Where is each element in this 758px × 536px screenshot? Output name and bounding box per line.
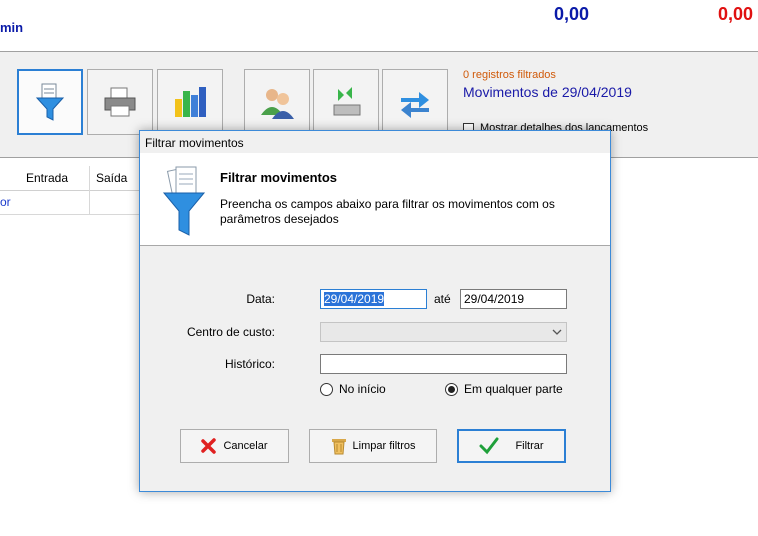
date-label: Data:: [246, 292, 275, 306]
date-to-field[interactable]: 29/04/2019: [460, 289, 567, 309]
movements-title: Movimentos de 29/04/2019: [463, 84, 632, 100]
dialog-heading: Filtrar movimentos: [220, 170, 338, 185]
funnel-icon: [35, 83, 65, 121]
row-value: or: [0, 195, 11, 209]
column-entrada[interactable]: Entrada: [20, 166, 90, 190]
radio-anywhere-dot[interactable]: [445, 382, 458, 396]
grid-header: Entrada Saída: [0, 166, 150, 191]
dialog-description: Preencha os campos abaixo para filtrar o…: [220, 197, 555, 226]
date-from-field[interactable]: 29/04/2019: [320, 289, 427, 309]
filter-button[interactable]: [17, 69, 83, 135]
radio-anywhere[interactable]: Em qualquer parte: [445, 382, 563, 396]
print-button[interactable]: [87, 69, 153, 135]
import-export-button[interactable]: [313, 69, 379, 135]
cell-entrada: [20, 190, 90, 214]
total-blue-value: 0,00: [554, 4, 590, 24]
cancel-button[interactable]: Cancelar: [180, 429, 289, 463]
chart-button[interactable]: [157, 69, 223, 135]
radio-start-label: No início: [339, 382, 386, 396]
total-red-value: 0,00: [718, 4, 754, 24]
user-name: min: [0, 20, 24, 35]
filter-label: Filtrar: [515, 440, 544, 452]
until-label: até: [434, 292, 451, 306]
radio-start[interactable]: No início: [320, 382, 386, 396]
dialog-window-title: Filtrar movimentos: [145, 136, 244, 150]
clear-filters-label: Limpar filtros: [352, 440, 416, 452]
radio-anywhere-label: Em qualquer parte: [464, 382, 563, 396]
filter-submit-button[interactable]: Filtrar: [457, 429, 566, 463]
import-export-icon: [333, 87, 361, 116]
chevron-down-icon: [552, 329, 562, 335]
bar-chart-icon: [175, 87, 206, 117]
printer-icon: [104, 87, 136, 117]
history-label: Histórico:: [224, 357, 275, 371]
cost-center-label: Centro de custo:: [186, 325, 275, 339]
refresh-arrows-icon: [401, 92, 429, 118]
close-icon: [201, 438, 217, 454]
clear-filters-button[interactable]: Limpar filtros: [309, 429, 437, 463]
filtered-records-count: 0 registros filtrados: [463, 69, 556, 81]
table-row[interactable]: or: [0, 190, 150, 215]
checkmark-icon: [479, 437, 499, 455]
dialog-header: Filtrar movimentos Preencha os campos ab…: [140, 153, 610, 246]
users-button[interactable]: [244, 69, 310, 135]
history-input[interactable]: [320, 354, 567, 374]
users-icon: [261, 89, 294, 119]
filter-dialog: Filtrar movimentos Filtrar movimentos Pr…: [139, 130, 611, 492]
trash-icon: [331, 439, 346, 455]
funnel-icon: [162, 166, 206, 236]
radio-start-dot[interactable]: [320, 382, 333, 396]
date-from-value: 29/04/2019: [324, 292, 385, 306]
refresh-button[interactable]: [382, 69, 448, 135]
cost-center-select[interactable]: [320, 322, 567, 342]
cancel-label: Cancelar: [223, 440, 268, 452]
